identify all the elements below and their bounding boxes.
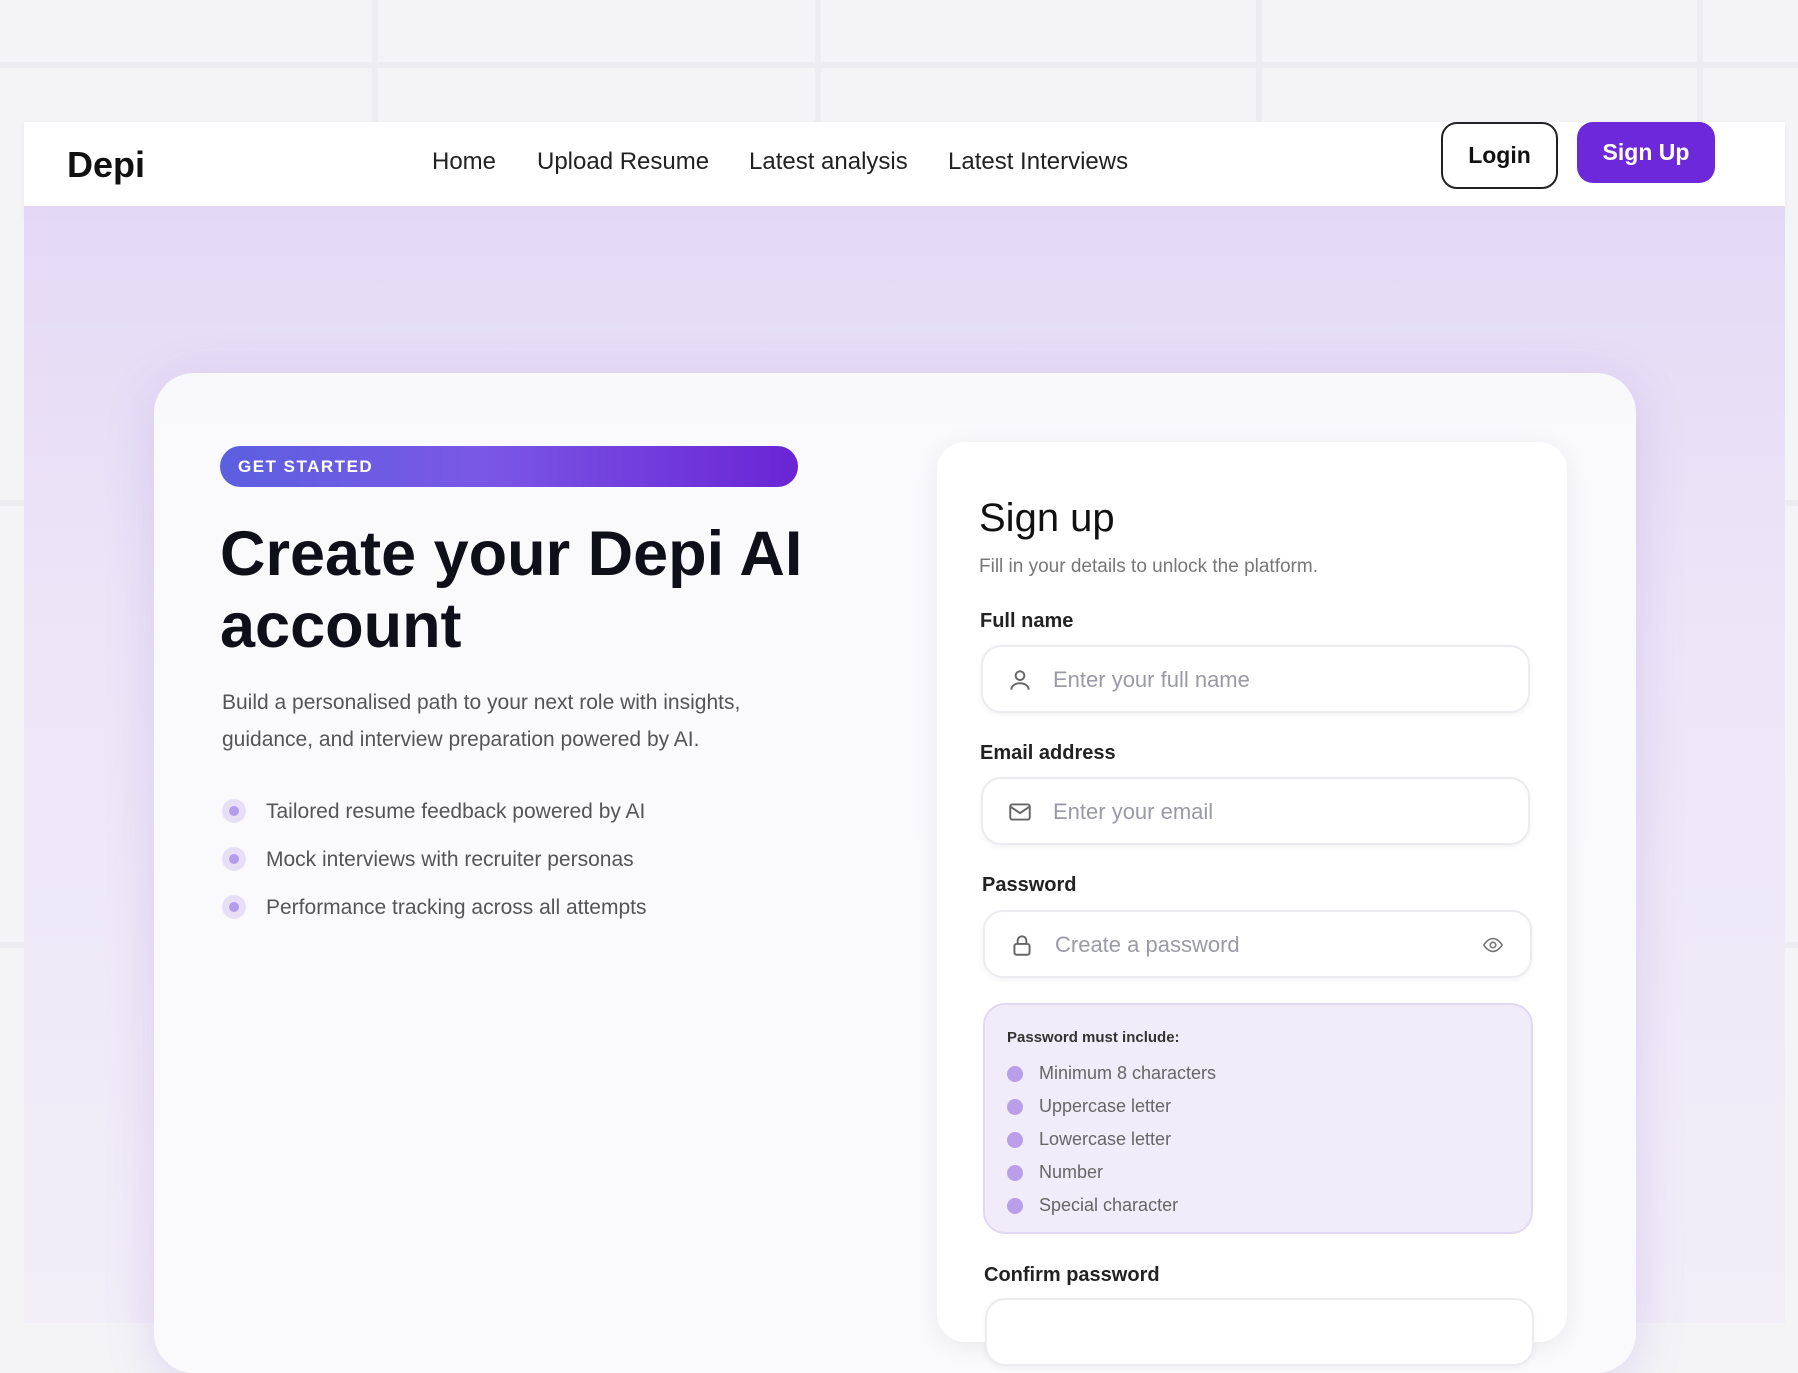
user-icon — [1010, 670, 1030, 690]
badge-text: GET STARTED — [238, 457, 374, 476]
rule-text: Lowercase letter — [1039, 1129, 1172, 1149]
nav-latest-interviews[interactable]: Latest Interviews — [948, 148, 1128, 176]
hero-description: Build a personalised path to your next r… — [222, 691, 741, 751]
password-label: Password — [982, 874, 1077, 896]
rule-text: Uppercase letter — [1039, 1096, 1172, 1116]
fullname-input[interactable]: Enter your full name — [981, 645, 1530, 713]
form-subtitle: Fill in your details to unlock the platf… — [979, 556, 1318, 577]
email-placeholder: Enter your email — [1053, 799, 1214, 824]
bullet-dot-icon — [222, 895, 246, 919]
rule-text: Minimum 8 characters — [1039, 1063, 1217, 1083]
confirm-password-label: Confirm password — [984, 1264, 1160, 1286]
bullet-dot-icon — [1007, 1099, 1023, 1115]
password-field[interactable]: Create a password — [983, 910, 1532, 978]
feature-text: Tailored resume feedback powered by AI — [266, 800, 646, 823]
brand-logo[interactable]: Depi — [67, 144, 145, 186]
nav-home[interactable]: Home — [432, 148, 496, 176]
bullet-dot-icon — [1007, 1198, 1023, 1214]
form-title: Sign up — [979, 496, 1115, 540]
password-requirements: Password must include: Minimum 8 charact… — [983, 1003, 1533, 1234]
fullname-placeholder: Enter your full name — [1053, 667, 1250, 692]
password-placeholder: Create a password — [1055, 932, 1240, 957]
nav-upload-resume[interactable]: Upload Resume — [537, 148, 709, 176]
email-field[interactable]: Enter your email — [981, 777, 1530, 845]
bullet-dot-icon — [222, 799, 246, 823]
top-navbar: Depi Home Upload Resume Latest analysis … — [24, 122, 1785, 216]
login-button[interactable]: Login — [1441, 122, 1558, 189]
email-label: Email address — [980, 742, 1116, 764]
get-started-badge: GET STARTED — [220, 446, 798, 487]
bullet-dot-icon — [1007, 1066, 1023, 1082]
rule-text: Number — [1039, 1162, 1104, 1182]
bullet-dot-icon — [1007, 1165, 1023, 1181]
rule-text: Special character — [1039, 1195, 1179, 1215]
nav-latest-analysis[interactable]: Latest analysis — [749, 148, 908, 176]
page-title: Create your Depi AI account — [220, 519, 803, 661]
fullname-label: Full name — [980, 610, 1074, 632]
eye-icon[interactable] — [1482, 934, 1504, 956]
confirm-password-field[interactable] — [985, 1298, 1534, 1366]
signup-button[interactable]: Sign Up — [1577, 122, 1715, 183]
mail-icon — [1009, 803, 1031, 821]
bullet-dot-icon — [1007, 1132, 1023, 1148]
requirements-title: Password must include: — [1007, 1029, 1180, 1046]
bullet-dot-icon — [222, 847, 246, 871]
lock-icon — [1013, 935, 1031, 956]
feature-text: Mock interviews with recruiter personas — [266, 848, 634, 871]
feature-text: Performance tracking across all attempts — [266, 896, 647, 919]
